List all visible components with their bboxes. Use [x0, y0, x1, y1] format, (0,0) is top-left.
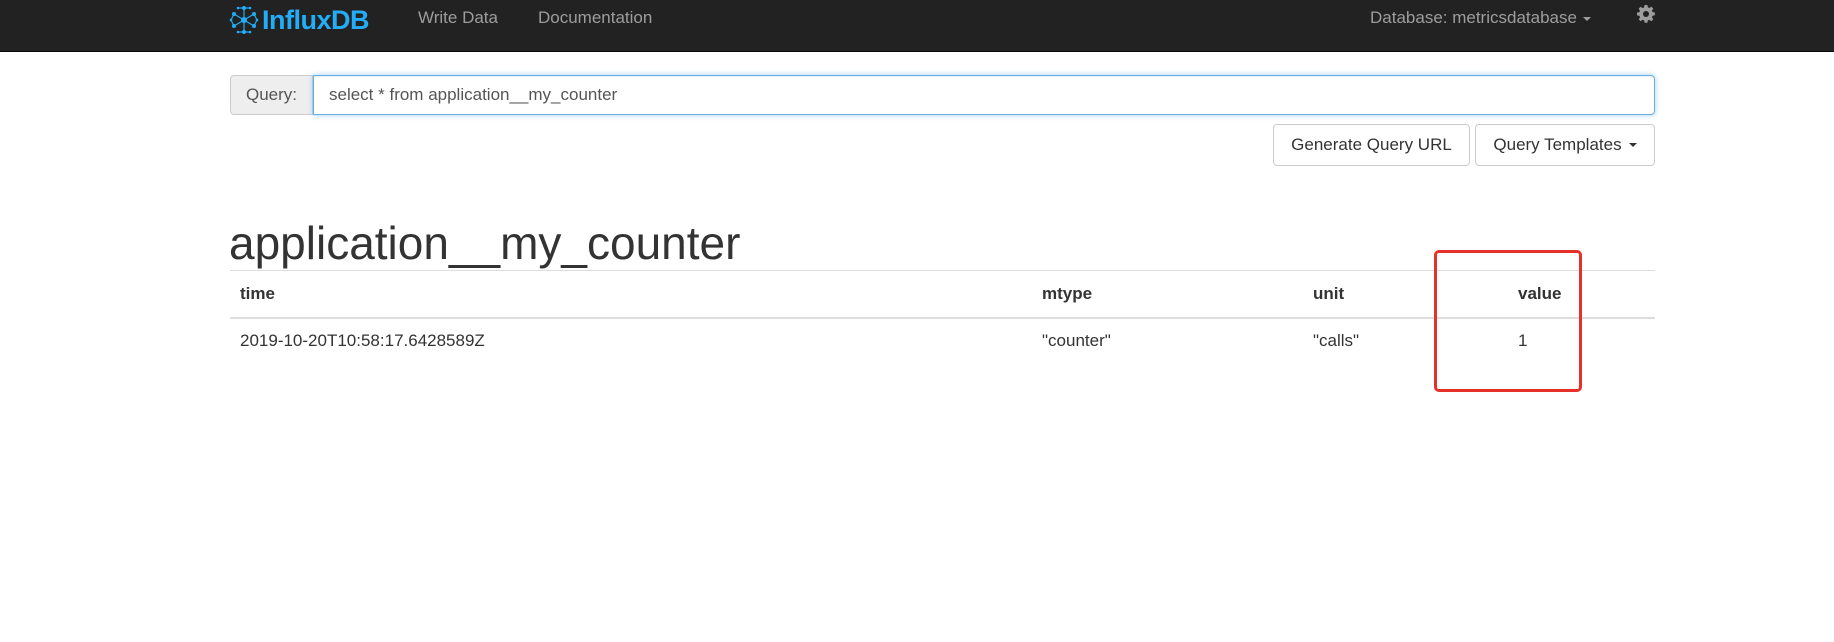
query-input-group: Query: [230, 75, 1655, 117]
query-input[interactable] [313, 75, 1655, 115]
top-navbar: InfluxDB Write Data Documentation Databa… [0, 0, 1834, 52]
nav-documentation[interactable]: Documentation [538, 8, 652, 28]
nav-write-data[interactable]: Write Data [418, 8, 498, 28]
generate-query-url-button[interactable]: Generate Query URL [1273, 124, 1470, 166]
column-header-mtype: mtype [1042, 283, 1093, 303]
table-header-row: time mtype unit value [230, 270, 1655, 318]
cell-value: 1 [1518, 331, 1528, 350]
query-templates-button[interactable]: Query Templates [1475, 124, 1655, 166]
brand-name: InfluxDB [262, 4, 370, 35]
influxdb-logo-icon [229, 6, 259, 34]
column-header-unit: unit [1313, 283, 1345, 303]
cell-time: 2019-10-20T10:58:17.6428589Z [240, 331, 485, 350]
chevron-down-icon [1628, 143, 1637, 147]
influxdb-logo[interactable]: InfluxDB [229, 0, 370, 40]
chevron-down-icon [1582, 16, 1591, 21]
gear-icon[interactable] [1636, 4, 1656, 24]
query-label: Query: [230, 75, 313, 115]
cell-unit: "calls" [1313, 331, 1360, 350]
query-templates-label: Query Templates [1493, 135, 1622, 154]
table-row: 2019-10-20T10:58:17.6428589Z "counter" "… [230, 318, 1655, 364]
series-title: application__my_counter [229, 217, 741, 269]
column-header-value: value [1518, 283, 1562, 303]
database-dropdown-label: Database: metricsdatabase [1370, 8, 1577, 27]
column-header-time: time [240, 283, 275, 303]
generate-query-url-label: Generate Query URL [1291, 135, 1452, 154]
results-table: time mtype unit value 2019-10-20T10:58:1… [230, 270, 1655, 364]
database-dropdown[interactable]: Database: metricsdatabase [1370, 8, 1591, 28]
cell-mtype: "counter" [1042, 331, 1111, 350]
